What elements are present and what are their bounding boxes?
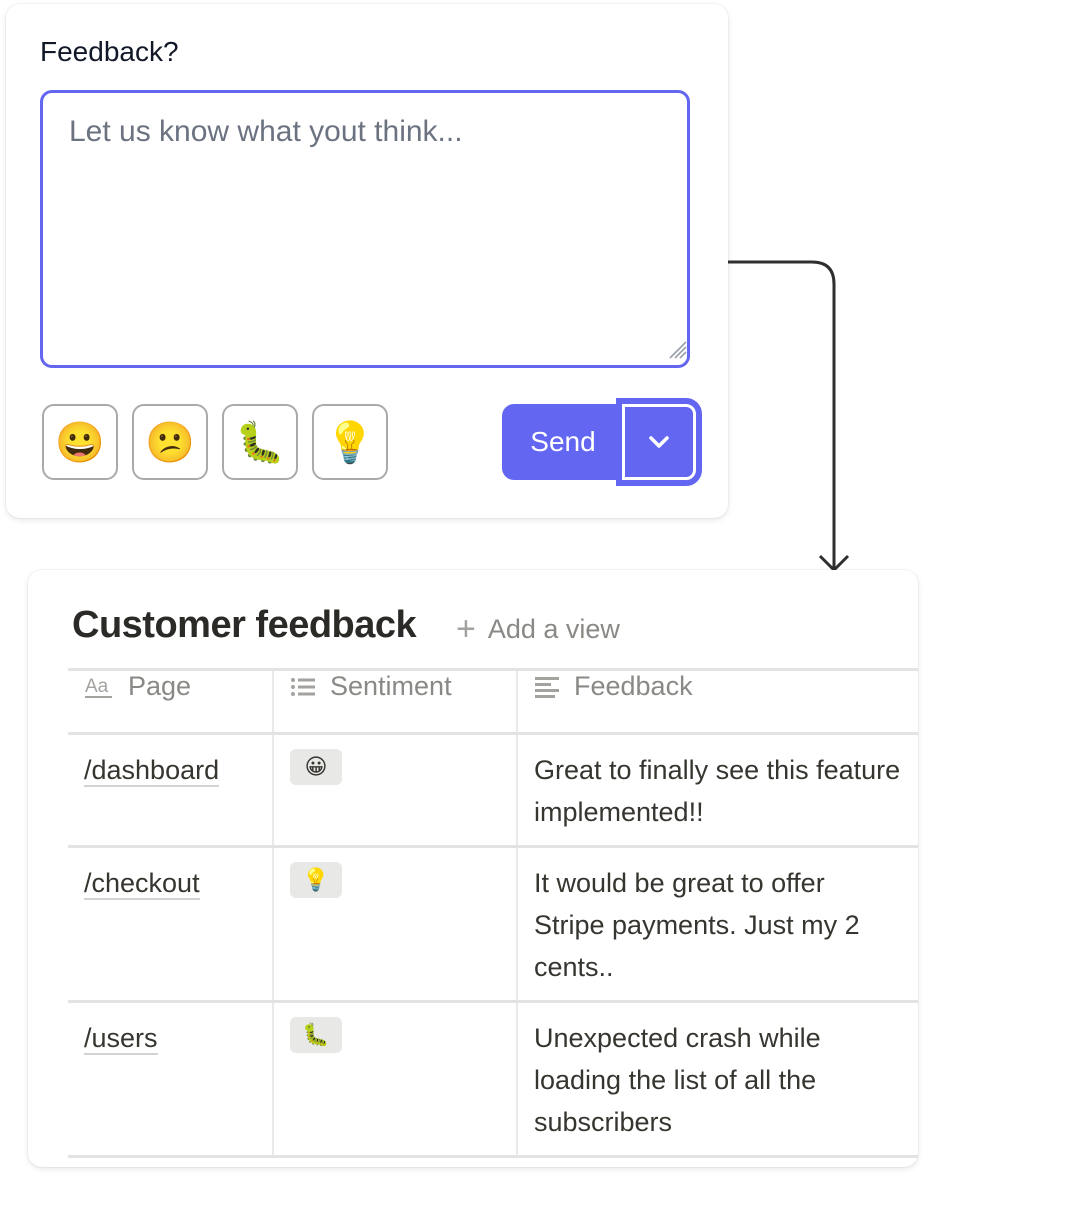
flow-arrow-icon [728,260,850,573]
column-header-sentiment[interactable]: Sentiment [273,669,518,734]
send-options-dropdown-button[interactable] [616,398,702,486]
sentiment-cell: 🐛 [273,1001,518,1157]
page-cell: /dashboard [68,733,274,847]
table-row[interactable]: /checkout 💡 It would be great to offer S… [68,846,918,1002]
sentiment-tag[interactable]: 💡 [290,862,342,898]
plus-icon: + [456,610,476,648]
page-link[interactable]: /checkout [84,868,200,900]
add-view-button[interactable]: + Add a view [456,610,620,649]
confused-face-icon: 😕 [145,420,195,465]
emoji-button-idea[interactable]: 💡 [312,404,388,480]
emoji-button-bug[interactable]: 🐛 [222,404,298,480]
column-label: Page [128,671,192,701]
feedback-label: Feedback? [40,36,179,67]
column-header-feedback[interactable]: Feedback [517,670,918,734]
dropdown-focus-ring [622,404,696,480]
grinning-face-icon: 😀 [55,420,105,465]
text-property-icon: Aa [84,675,114,699]
feedback-cell: It would be great to offer Stripe paymen… [534,868,860,982]
feedback-cell: Great to finally see this feature implem… [534,755,901,827]
add-view-label: Add a view [487,614,620,644]
sentiment-cell: 😀 [273,733,518,847]
column-label: Sentiment [330,671,452,701]
feedback-widget: Feedback? 😀 😕 🐛 💡 Send [6,4,728,518]
page-link[interactable]: /dashboard [84,755,220,787]
customer-feedback-database: Customer feedback + Add a view Aa Page S… [28,570,918,1167]
page-cell: /users [68,1001,274,1157]
list-property-icon [290,677,316,697]
bug-icon: 🐛 [235,420,285,465]
resize-handle-icon[interactable] [666,338,688,360]
svg-text:Aa: Aa [85,676,109,697]
light-bulb-icon: 💡 [325,420,375,465]
page-cell: /checkout [68,846,274,1002]
feedback-textarea[interactable] [40,90,690,368]
send-button[interactable]: Send [502,404,624,480]
sentiment-cell: 💡 [273,846,518,1002]
page-link[interactable]: /users [84,1023,158,1055]
column-header-page[interactable]: Aa Page [68,669,274,734]
emoji-button-confused[interactable]: 😕 [132,404,208,480]
table-header-row: Aa Page Sentiment Feedback [68,669,918,734]
feedback-cell: Unexpected crash while loading the list … [534,1023,821,1137]
table-row[interactable]: /users 🐛 Unexpected crash while loading … [68,1001,918,1157]
table-row[interactable]: /dashboard 😀 Great to finally see this f… [68,733,918,847]
column-label: Feedback [574,671,693,701]
sentiment-tag[interactable]: 😀 [290,749,342,785]
feedback-table: Aa Page Sentiment Feedback /dashboard 😀 … [68,668,918,1158]
sentiment-tag[interactable]: 🐛 [290,1017,342,1053]
database-title: Customer feedback [72,604,417,646]
chevron-down-icon [649,436,669,448]
text-lines-icon [534,676,560,698]
emoji-button-happy[interactable]: 😀 [42,404,118,480]
